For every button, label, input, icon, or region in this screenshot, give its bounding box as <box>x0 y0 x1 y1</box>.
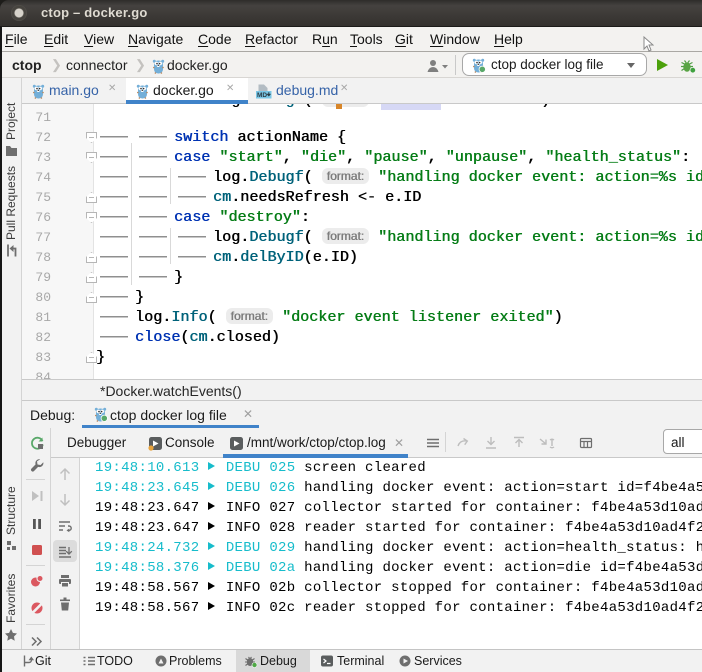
svg-text:MD: MD <box>257 92 267 99</box>
